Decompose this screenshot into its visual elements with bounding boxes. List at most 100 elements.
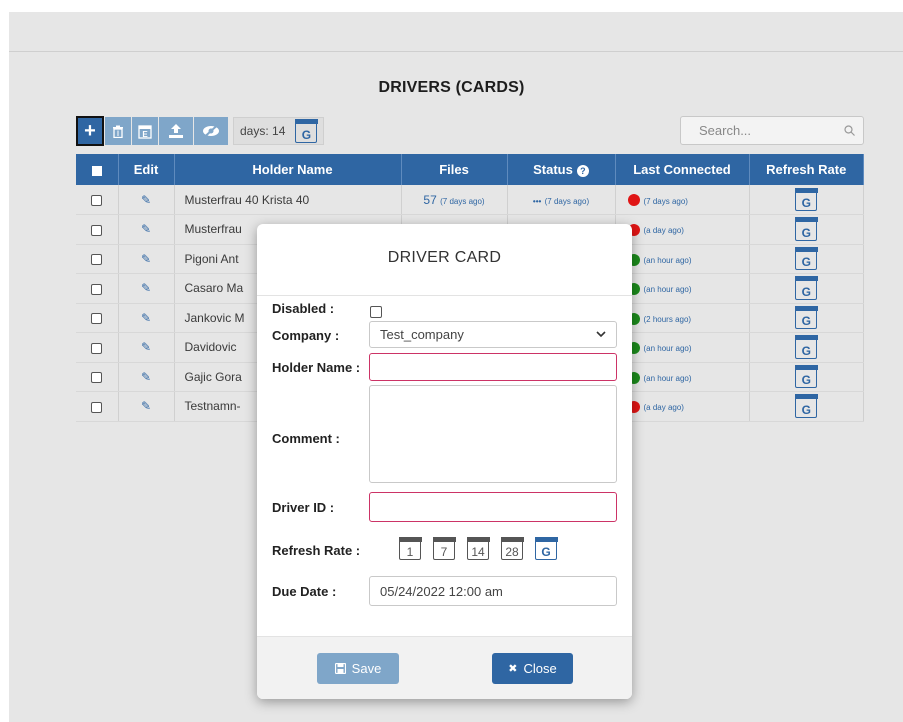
driver-id-label: Driver ID : [272, 500, 335, 515]
disabled-checkbox[interactable] [370, 306, 382, 318]
search-input[interactable]: Search... [680, 116, 864, 145]
company-select[interactable]: Test_company [369, 321, 617, 348]
edit-icon[interactable]: ✎ [141, 252, 151, 266]
close-icon: ✖ [508, 663, 518, 675]
row-checkbox[interactable] [91, 313, 103, 325]
calendar-7-icon[interactable]: 7 [432, 536, 456, 560]
edit-icon[interactable]: ✎ [141, 370, 151, 384]
delete-button[interactable] [105, 117, 131, 145]
add-button[interactable]: + [76, 116, 104, 146]
edit-icon[interactable]: ✎ [141, 222, 151, 236]
row-checkbox[interactable] [91, 283, 103, 295]
last-connected: (an hour ago) [643, 285, 692, 295]
calendar-g-icon[interactable]: G [794, 187, 818, 211]
info-icon[interactable]: ? [576, 165, 589, 177]
calendar-g-icon[interactable]: G [794, 217, 818, 241]
save-label: Save [351, 661, 382, 676]
status-dot-red [627, 194, 640, 207]
calendar-g-icon[interactable]: G [794, 394, 818, 418]
toolbar: + E days: 14 G [76, 116, 325, 146]
eye-slash-icon [203, 125, 219, 137]
row-checkbox[interactable] [91, 224, 103, 236]
search-icon [844, 125, 855, 136]
header-holder-name[interactable]: Holder Name [174, 154, 402, 185]
calendar-14-icon[interactable]: 14 [466, 536, 490, 560]
status-dots: ••• [532, 196, 542, 206]
files-ago: (7 days ago) [440, 196, 485, 206]
calendar-e-button[interactable]: E [132, 117, 158, 145]
last-connected: (an hour ago) [643, 373, 692, 383]
edit-icon[interactable]: ✎ [141, 311, 151, 325]
company-label: Company : [272, 328, 340, 343]
comment-textarea[interactable] [369, 385, 617, 483]
due-date-input[interactable]: 05/24/2022 12:00 am [369, 576, 617, 606]
edit-icon[interactable]: ✎ [141, 399, 151, 413]
chevron-down-icon [596, 331, 606, 338]
disabled-label: Disabled : [272, 301, 335, 316]
last-connected: (a day ago) [643, 226, 684, 236]
trash-icon [113, 125, 123, 138]
driver-id-input[interactable] [369, 492, 617, 522]
modal-title: DRIVER CARD [257, 224, 632, 296]
last-connected: (a day ago) [643, 403, 684, 413]
row-checkbox[interactable] [91, 401, 103, 413]
edit-icon[interactable]: ✎ [141, 281, 151, 295]
holder-name-cell: Musterfrau 40 Krista 40 [174, 185, 402, 215]
status-ago: (7 days ago) [544, 196, 590, 206]
calendar-1-icon[interactable]: 1 [398, 536, 422, 560]
edit-icon[interactable]: ✎ [141, 193, 151, 207]
last-connected: (an hour ago) [643, 255, 692, 265]
row-checkbox[interactable] [91, 342, 103, 354]
last-connected: (an hour ago) [643, 344, 692, 354]
select-all-header[interactable] [76, 154, 119, 185]
close-button[interactable]: ✖ Close [492, 653, 573, 684]
calendar-g-icon[interactable]: G [794, 364, 818, 389]
company-value: Test_company [380, 327, 464, 342]
save-button[interactable]: Save [317, 653, 399, 684]
close-label: Close [523, 661, 557, 676]
header-edit: Edit [118, 154, 175, 185]
edit-icon[interactable]: ✎ [141, 340, 151, 354]
plus-icon: + [84, 119, 96, 142]
holder-name-label: Holder Name : [272, 360, 361, 375]
hide-button[interactable] [194, 117, 228, 145]
header-last-connected[interactable]: Last Connected [615, 154, 750, 185]
last-connected: (7 days ago) [643, 196, 688, 206]
calendar-g-icon[interactable]: G [794, 335, 818, 359]
calendar-g-icon[interactable]: G [534, 536, 558, 560]
page-title: DRIVERS (CARDS) [378, 79, 525, 96]
due-date-value: 05/24/2022 12:00 am [380, 583, 503, 599]
last-connected: (2 hours ago) [643, 314, 692, 324]
svg-text:E: E [142, 130, 148, 139]
days-label: days: 14 [240, 124, 286, 138]
files-count[interactable]: 57 [423, 193, 436, 207]
holder-name-input[interactable] [369, 353, 617, 381]
upload-icon [169, 124, 183, 138]
calendar-e-icon: E [138, 124, 152, 139]
driver-card-modal: DRIVER CARD Disabled : Company : Test_co… [257, 224, 632, 699]
row-checkbox[interactable] [91, 194, 103, 206]
top-bar [9, 12, 903, 52]
select-all-checkbox[interactable] [91, 165, 102, 176]
header-files[interactable]: Files [401, 154, 508, 185]
calendar-g-icon[interactable]: G [794, 276, 818, 300]
calendar-28-icon[interactable]: 28 [500, 536, 524, 560]
comment-label: Comment : [272, 431, 340, 446]
refresh-rate-options: 1 7 14 28 G [398, 536, 558, 560]
header-refresh-rate[interactable]: Refresh Rate [749, 154, 864, 185]
days-filter[interactable]: days: 14 G [233, 117, 325, 145]
refresh-rate-label: Refresh Rate : [272, 543, 361, 558]
calendar-g-icon[interactable]: G [794, 246, 818, 271]
modal-footer: Save ✖ Close [257, 636, 632, 699]
table-row: ✎ Musterfrau 40 Krista 40 57 (7 days ago… [76, 185, 864, 215]
upload-button[interactable] [159, 117, 193, 145]
calendar-g-icon[interactable]: G [794, 305, 818, 330]
floppy-icon [334, 663, 346, 674]
row-checkbox[interactable] [91, 372, 103, 384]
header-status-label: Status [533, 162, 573, 177]
row-checkbox[interactable] [91, 254, 103, 266]
calendar-g-icon[interactable]: G [294, 119, 318, 143]
due-date-label: Due Date : [272, 584, 337, 599]
search-placeholder: Search... [699, 123, 752, 138]
header-status[interactable]: Status? [507, 154, 616, 185]
